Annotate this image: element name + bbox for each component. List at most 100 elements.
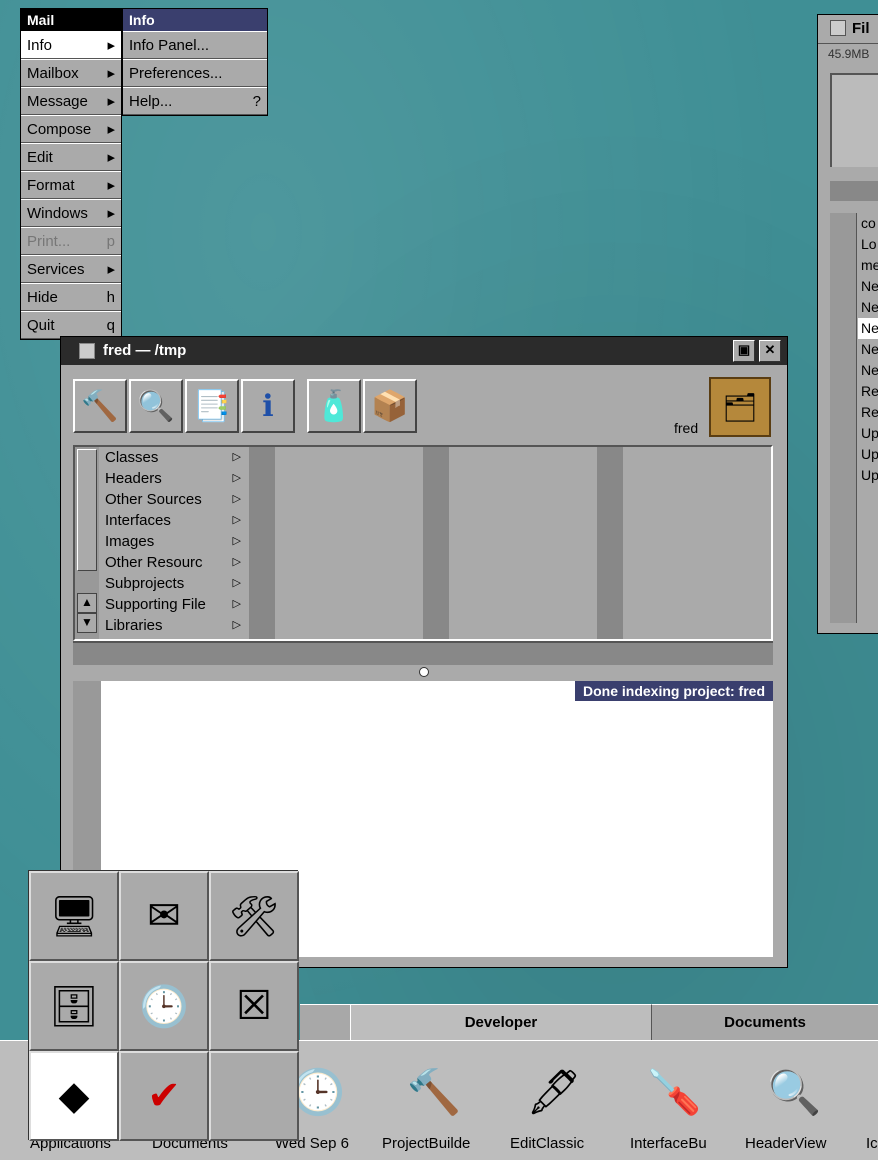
tab-developer[interactable]: Developer <box>350 1004 652 1041</box>
menu-item-quit[interactable]: Quit q <box>21 311 121 339</box>
menu-item-info-panel[interactable]: Info Panel... <box>123 31 267 59</box>
status-message: Done indexing project: fred <box>574 681 773 701</box>
project-name-label: fred <box>674 420 699 436</box>
browser-item-other-sources[interactable]: Other Sources ▷ <box>101 489 249 510</box>
branch-arrow-icon: ▷ <box>232 535 241 547</box>
tab-documents[interactable]: Documents <box>652 1004 878 1041</box>
browser-column-scrollbar[interactable] <box>423 447 449 639</box>
file-window-title: Fil <box>852 20 870 37</box>
file-window-titlebar[interactable]: Fil <box>818 15 878 44</box>
list-item[interactable]: Lo <box>858 234 878 255</box>
menu-item-compose[interactable]: Compose ▸ <box>21 115 121 143</box>
screwdriver-icon[interactable]: 🪛 <box>634 1057 714 1127</box>
shelf-label-partial: Ic <box>866 1135 878 1152</box>
browser-item-headers[interactable]: Headers ▷ <box>101 468 249 489</box>
browser-item-interfaces[interactable]: Interfaces ▷ <box>101 510 249 531</box>
shelf-label-headerview: HeaderView <box>745 1135 827 1152</box>
project-window-title: fred — /tmp <box>103 342 187 359</box>
window-icon <box>79 343 95 359</box>
window-icon <box>830 20 846 36</box>
file-viewer-icon[interactable]: 🗄 <box>29 961 119 1051</box>
split-view-handle[interactable] <box>419 667 429 677</box>
inspector-button[interactable]: ℹ <box>241 379 295 433</box>
browser-scrollbar[interactable]: ▲ ▼ <box>75 447 99 639</box>
list-item[interactable]: me <box>858 255 878 276</box>
project-window-titlebar[interactable]: fred — /tmp ▣ ✕ <box>61 337 787 365</box>
main-menu-title: Mail <box>21 9 121 31</box>
main-menu: Mail Info ▸ Mailbox ▸ Message ▸ Compose ▸ Ed… <box>20 8 122 340</box>
loaded-files-button[interactable]: 📑 <box>185 379 239 433</box>
browser-column-scrollbar[interactable] <box>597 447 623 639</box>
list-item[interactable]: Up <box>858 465 878 486</box>
list-item[interactable]: Up <box>858 423 878 444</box>
mail-icon[interactable]: ✉ <box>119 871 209 961</box>
file-viewer-window: Fil 45.9MB co Lo me Ne Ne Ne Ne Ne Re Re… <box>817 14 878 634</box>
next-logo-icon[interactable]: ◆ <box>29 1051 119 1141</box>
list-item[interactable]: Ne <box>858 318 878 339</box>
file-list-scrollbar[interactable] <box>830 213 857 623</box>
terminal-icon[interactable]: 🖥 <box>29 871 119 961</box>
dock: 🖥 ✉ 🛠 🗄 🕒 ☒ ◆ ✔ <box>28 870 299 1141</box>
shelf-label-editclassic: EditClassic <box>510 1135 585 1152</box>
list-item[interactable]: Ne <box>858 339 878 360</box>
branch-arrow-icon: ▷ <box>232 472 241 484</box>
browser-item-classes[interactable]: Classes ▷ <box>101 447 249 468</box>
file-window-scroller[interactable] <box>830 181 878 201</box>
browser-column-1: Classes ▷ Headers ▷ Other Sources ▷ Interfa… <box>101 447 249 636</box>
list-item[interactable]: Ne <box>858 360 878 381</box>
edit-pen-icon[interactable]: 🖋 <box>514 1057 594 1127</box>
menu-item-info[interactable]: Info ▸ <box>21 31 121 59</box>
branch-arrow-icon: ▷ <box>232 598 241 610</box>
build-tool-button[interactable]: 🔨 <box>73 379 127 433</box>
info-submenu-title: Info <box>123 9 267 31</box>
menu-item-help[interactable]: Help...? <box>123 87 267 115</box>
browser-column-scrollbar[interactable] <box>249 447 275 639</box>
scroll-down-arrow-icon[interactable]: ▼ <box>77 613 97 633</box>
preferences-icon[interactable]: ☒ <box>209 961 299 1051</box>
branch-arrow-icon: ▷ <box>232 451 241 463</box>
list-item[interactable]: Ne <box>858 297 878 318</box>
debug-tool-button[interactable]: 🧴 <box>307 379 361 433</box>
check-icon[interactable]: ✔ <box>119 1051 209 1141</box>
dock-empty-cell <box>209 1051 299 1141</box>
browser-item-libraries[interactable]: Libraries ▷ <box>101 615 249 636</box>
menu-item-windows[interactable]: Windows ▸ <box>21 199 121 227</box>
launch-tool-button[interactable]: 📦 <box>363 379 417 433</box>
menu-item-services[interactable]: Services ▸ <box>21 255 121 283</box>
list-item[interactable]: Re <box>858 381 878 402</box>
browser-item-other-resources[interactable]: Other Resourc ▷ <box>101 552 249 573</box>
shelf-label-projectbuilder: ProjectBuilde <box>382 1135 471 1152</box>
menu-item-edit[interactable]: Edit ▸ <box>21 143 121 171</box>
list-item[interactable]: Up <box>858 444 878 465</box>
miniaturize-button[interactable]: ▣ <box>733 340 755 362</box>
clock-icon[interactable]: 🕒 <box>119 961 209 1051</box>
list-item[interactable]: Ne <box>858 276 878 297</box>
info-submenu: Info Info Panel... Preferences... Help..… <box>122 8 268 116</box>
project-briefcase-icon[interactable]: 🗂 <box>709 377 771 437</box>
menu-item-print[interactable]: Print... p <box>21 227 121 255</box>
menu-item-preferences[interactable]: Preferences... <box>123 59 267 87</box>
browser-item-subprojects[interactable]: Subprojects ▷ <box>101 573 249 594</box>
branch-arrow-icon: ▷ <box>232 619 241 631</box>
find-tool-button[interactable]: 🔍 <box>129 379 183 433</box>
browser-item-supporting-files[interactable]: Supporting File ▷ <box>101 594 249 615</box>
menu-item-format[interactable]: Format ▸ <box>21 171 121 199</box>
menu-item-hide[interactable]: Hide h <box>21 283 121 311</box>
browser-item-images[interactable]: Images ▷ <box>101 531 249 552</box>
list-item[interactable]: Re <box>858 402 878 423</box>
browser-column-3 <box>449 447 597 639</box>
tab-left-partial[interactable] <box>300 1004 350 1041</box>
scroll-up-arrow-icon[interactable]: ▲ <box>77 593 97 613</box>
scroll-knob[interactable] <box>77 449 97 571</box>
browser-horizontal-scroller[interactable] <box>73 641 773 665</box>
menu-item-mailbox[interactable]: Mailbox ▸ <box>21 59 121 87</box>
close-button[interactable]: ✕ <box>759 340 781 362</box>
branch-arrow-icon: ▷ <box>232 493 241 505</box>
project-builder-icon[interactable]: 🛠 <box>209 871 299 961</box>
menu-item-message[interactable]: Message ▸ <box>21 87 121 115</box>
browser-column-2 <box>275 447 423 639</box>
list-item[interactable]: co <box>858 213 878 234</box>
file-list: co Lo me Ne Ne Ne Ne Ne Re Re Up Up Up <box>858 213 878 623</box>
hammer-icon[interactable]: 🔨 <box>394 1057 474 1127</box>
magnifier-icon[interactable]: 🔍 <box>754 1057 834 1127</box>
